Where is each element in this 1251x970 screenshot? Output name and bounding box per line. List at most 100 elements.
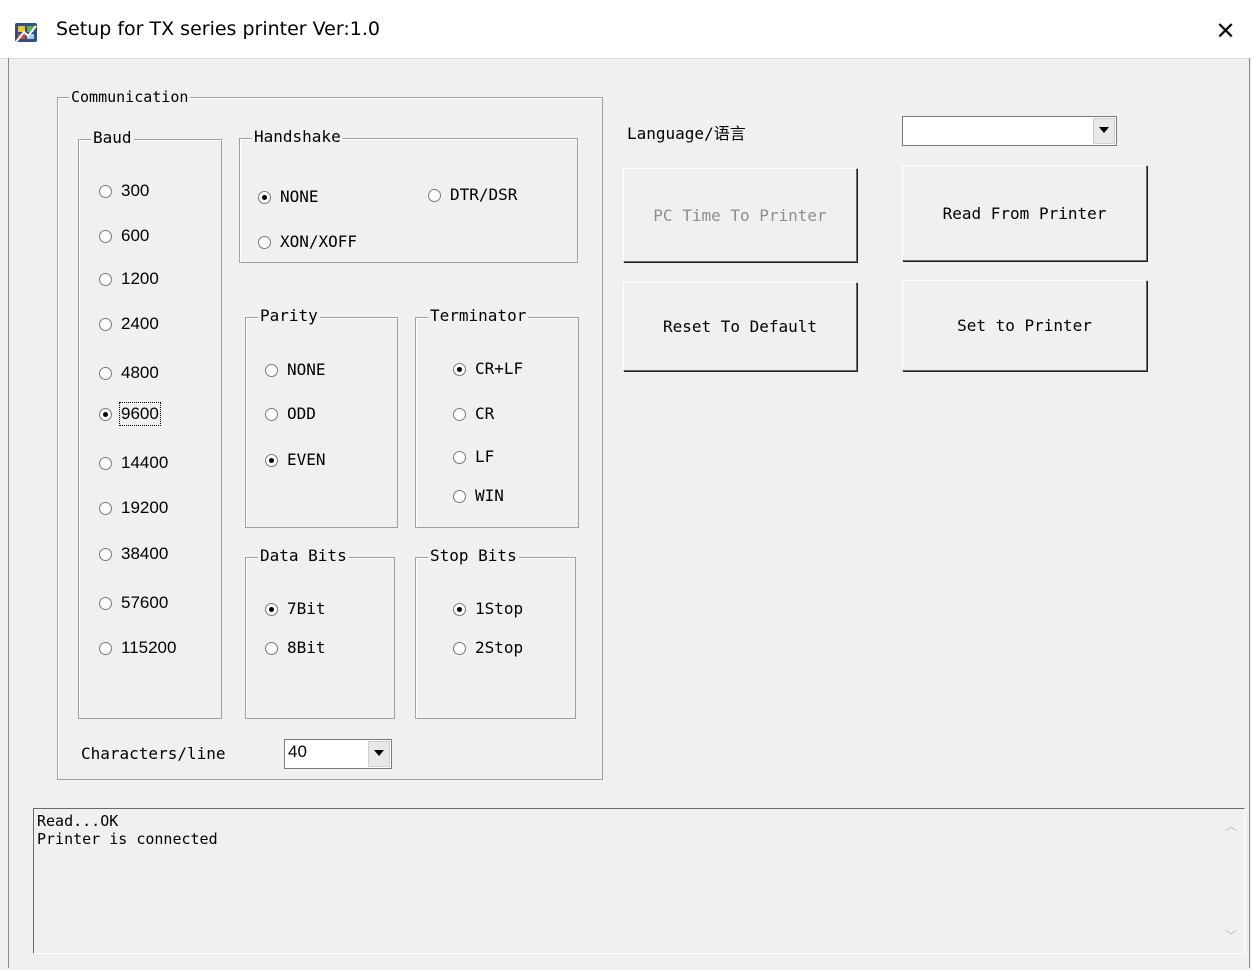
parity-option-even[interactable]: EVEN bbox=[265, 450, 326, 470]
radio-circle bbox=[453, 489, 466, 503]
chevron-down-icon[interactable] bbox=[1093, 118, 1115, 144]
baud-option-4800[interactable]: 4800 bbox=[99, 363, 159, 383]
read-from-printer-button[interactable]: Read From Printer bbox=[902, 165, 1147, 261]
radio-label: 8Bit bbox=[287, 638, 326, 657]
scroll-up-icon[interactable]: ︿ bbox=[1221, 817, 1241, 835]
radio-label: 2400 bbox=[121, 314, 159, 333]
terminator-caption: Terminator bbox=[428, 306, 529, 325]
radio-circle-selected bbox=[265, 453, 278, 467]
radio-circle bbox=[99, 456, 112, 470]
set-to-printer-button[interactable]: Set to Printer bbox=[902, 280, 1147, 371]
radio-circle bbox=[453, 407, 466, 421]
language-select[interactable] bbox=[902, 116, 1117, 146]
radio-label: NONE bbox=[287, 360, 326, 379]
radio-circle bbox=[99, 596, 112, 610]
radio-label: 2Stop bbox=[475, 638, 524, 657]
radio-label: 7Bit bbox=[287, 599, 326, 618]
stop-bits-caption: Stop Bits bbox=[428, 546, 519, 565]
radio-label: 57600 bbox=[121, 593, 169, 612]
baud-option-9600[interactable]: 9600 bbox=[99, 402, 161, 426]
parity-option-odd[interactable]: ODD bbox=[265, 404, 316, 424]
radio-circle bbox=[258, 235, 271, 249]
radio-circle-selected bbox=[99, 407, 112, 421]
radio-label: 9600 bbox=[119, 402, 161, 426]
baud-option-115200[interactable]: 115200 bbox=[99, 638, 176, 658]
handshake-option-xon-xoff[interactable]: XON/XOFF bbox=[258, 232, 357, 252]
terminator-option-cr[interactable]: CR bbox=[453, 404, 494, 424]
radio-label: NONE bbox=[280, 187, 319, 206]
baud-option-19200[interactable]: 19200 bbox=[99, 498, 168, 518]
reset-to-default-button[interactable]: Reset To Default bbox=[623, 282, 857, 371]
radio-label: 600 bbox=[121, 226, 150, 245]
radio-circle bbox=[453, 641, 466, 655]
radio-circle bbox=[99, 317, 112, 331]
radio-label: 4800 bbox=[121, 363, 159, 382]
baud-caption: Baud bbox=[91, 128, 134, 147]
close-icon[interactable]: ✕ bbox=[1200, 5, 1251, 57]
radio-circle-selected bbox=[258, 190, 271, 204]
radio-circle bbox=[99, 272, 112, 286]
radio-circle bbox=[99, 641, 112, 655]
log-line: Read...OK bbox=[37, 812, 119, 830]
stop-bits-option-2stop[interactable]: 2Stop bbox=[453, 638, 523, 658]
radio-label: 19200 bbox=[121, 498, 169, 517]
radio-label: ODD bbox=[287, 404, 316, 423]
radio-circle bbox=[99, 501, 112, 515]
printer-app-icon bbox=[15, 23, 37, 43]
baud-option-2400[interactable]: 2400 bbox=[99, 314, 159, 334]
radio-circle-selected bbox=[453, 362, 466, 376]
baud-option-1200[interactable]: 1200 bbox=[99, 269, 159, 289]
log-line: Printer is connected bbox=[37, 830, 218, 848]
radio-label: XON/XOFF bbox=[280, 232, 358, 251]
radio-circle bbox=[265, 641, 278, 655]
data-bits-caption: Data Bits bbox=[258, 546, 349, 565]
setup-window: Setup for TX series printer Ver:1.0 ✕ Co… bbox=[0, 0, 1251, 970]
radio-label: 300 bbox=[121, 181, 150, 200]
characters-per-line-label: Characters/line bbox=[81, 744, 226, 763]
communication-caption: Communication bbox=[69, 88, 191, 106]
radio-label: WIN bbox=[475, 486, 504, 505]
radio-label: 1200 bbox=[121, 269, 159, 288]
radio-circle bbox=[99, 229, 112, 243]
radio-label: 115200 bbox=[121, 638, 177, 657]
terminator-option-win[interactable]: WIN bbox=[453, 486, 504, 506]
characters-per-line-value: 40 bbox=[288, 742, 307, 761]
baud-option-300[interactable]: 300 bbox=[99, 181, 149, 201]
terminator-option-lf[interactable]: LF bbox=[453, 447, 494, 467]
radio-circle-selected bbox=[453, 602, 466, 616]
baud-option-600[interactable]: 600 bbox=[99, 226, 149, 246]
radio-label: DTR/DSR bbox=[450, 185, 518, 204]
radio-label: 14400 bbox=[121, 453, 169, 472]
language-label: Language/语言 bbox=[627, 124, 746, 143]
radio-circle bbox=[99, 547, 112, 561]
terminator-option-cr-lf[interactable]: CR+LF bbox=[453, 359, 523, 379]
data-bits-option-8bit[interactable]: 8Bit bbox=[265, 638, 326, 658]
title-bar[interactable]: Setup for TX series printer Ver:1.0 ✕ bbox=[0, 0, 1251, 59]
radio-label: 1Stop bbox=[475, 599, 524, 618]
baud-option-14400[interactable]: 14400 bbox=[99, 453, 168, 473]
radio-circle bbox=[453, 450, 466, 464]
radio-circle bbox=[99, 366, 112, 380]
handshake-option-dtr-dsr[interactable]: DTR/DSR bbox=[428, 185, 517, 205]
parity-option-none[interactable]: NONE bbox=[265, 360, 326, 380]
chevron-down-icon[interactable] bbox=[368, 741, 390, 767]
baud-option-38400[interactable]: 38400 bbox=[99, 544, 168, 564]
scroll-down-icon[interactable]: ﹀ bbox=[1221, 927, 1241, 945]
radio-circle bbox=[265, 363, 278, 377]
handshake-option-none[interactable]: NONE bbox=[258, 187, 319, 207]
characters-per-line-select[interactable]: 40 bbox=[284, 739, 392, 769]
radio-label: EVEN bbox=[287, 450, 326, 469]
pc-time-to-printer-button[interactable]: PC Time To Printer bbox=[623, 168, 857, 262]
window-title: Setup for TX series printer Ver:1.0 bbox=[56, 18, 380, 40]
handshake-caption: Handshake bbox=[252, 127, 343, 146]
status-log[interactable]: Read...OK Printer is connected ︿ ﹀ bbox=[33, 808, 1245, 954]
radio-label: CR+LF bbox=[475, 359, 524, 378]
radio-label: 38400 bbox=[121, 544, 169, 563]
radio-circle bbox=[265, 407, 278, 421]
baud-option-57600[interactable]: 57600 bbox=[99, 593, 168, 613]
radio-circle bbox=[99, 184, 112, 198]
radio-circle bbox=[428, 188, 441, 202]
data-bits-option-7bit[interactable]: 7Bit bbox=[265, 599, 326, 619]
stop-bits-option-1stop[interactable]: 1Stop bbox=[453, 599, 523, 619]
radio-circle-selected bbox=[265, 602, 278, 616]
